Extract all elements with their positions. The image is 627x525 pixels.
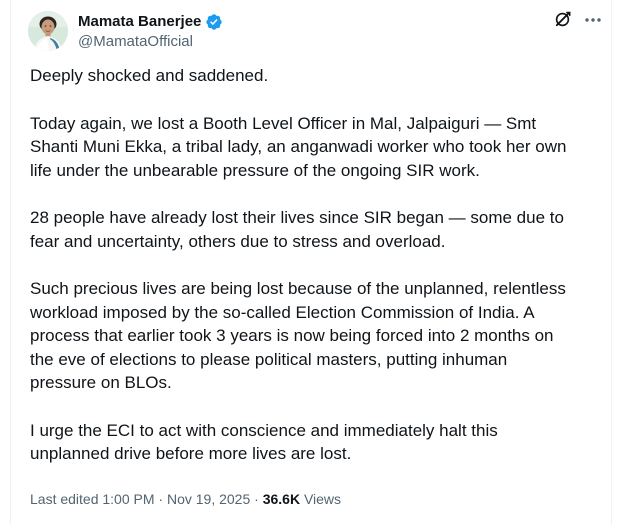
post-header: Mamata Banerjee @MamataOfficial [11, 0, 611, 60]
views-count: 36.6K [262, 491, 301, 507]
avatar-image [28, 11, 68, 51]
post-paragraph: Such precious lives are being lost becau… [30, 279, 566, 392]
post-paragraph: Today again, we lost a Booth Level Offic… [30, 113, 567, 180]
edited-timestamp[interactable]: Last edited 1:00 PM · Nov 19, 2025 · [30, 491, 263, 507]
author-info: Mamata Banerjee @MamataOfficial [78, 12, 223, 52]
post-paragraph: 28 people have already lost their lives … [30, 208, 564, 251]
more-options-button[interactable] [583, 12, 603, 32]
more-options-icon [583, 10, 603, 35]
post-card: Mamata Banerjee @MamataOfficial Deeply s… [10, 0, 612, 525]
grok-icon [553, 10, 572, 34]
post-paragraph: Deeply shocked and saddened. [30, 66, 269, 85]
post-text: Deeply shocked and saddened. Today again… [30, 64, 600, 466]
verified-badge-icon[interactable] [205, 13, 223, 31]
author-handle[interactable]: @MamataOfficial [78, 32, 223, 52]
post-meta: Last edited 1:00 PM · Nov 19, 2025 · 36.… [30, 490, 341, 508]
avatar[interactable] [28, 11, 68, 51]
grok-button[interactable] [552, 10, 572, 34]
author-display-name[interactable]: Mamata Banerjee [78, 12, 223, 32]
author-display-name-text[interactable]: Mamata Banerjee [78, 12, 201, 32]
views-label: Views [300, 491, 342, 507]
post-paragraph: I urge the ECI to act with conscience an… [30, 420, 498, 464]
